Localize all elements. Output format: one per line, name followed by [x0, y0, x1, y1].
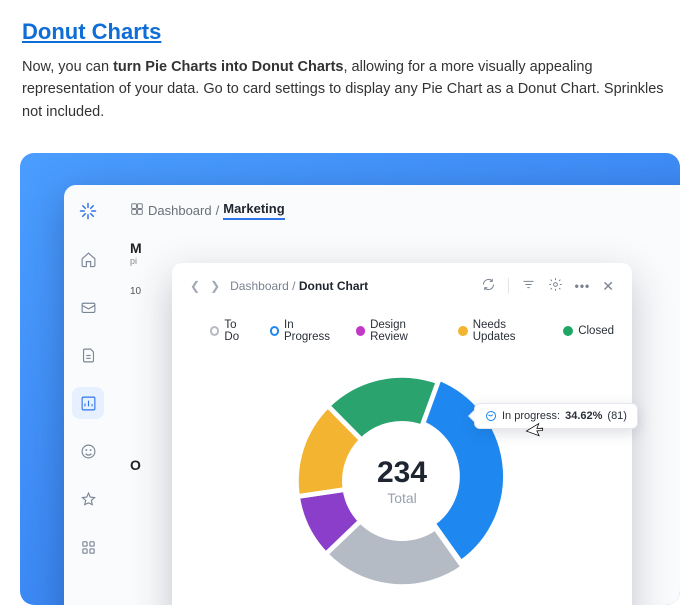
- grid-icon: [130, 202, 144, 219]
- chart-tooltip: In progress: 34.62% (81): [474, 403, 638, 429]
- chart-modal: ❮ ❯ Dashboard / Donut Chart: [172, 263, 632, 605]
- more-icon[interactable]: •••: [575, 279, 591, 293]
- logo-icon[interactable]: [72, 195, 104, 227]
- close-icon[interactable]: ✕: [602, 278, 614, 295]
- modal-header: ❮ ❯ Dashboard / Donut Chart: [190, 277, 614, 295]
- gear-icon[interactable]: [548, 277, 563, 295]
- home-icon[interactable]: [72, 243, 104, 275]
- breadcrumb: Dashboard / Marketing: [112, 185, 680, 228]
- legend-dot: [270, 326, 279, 336]
- heading-link[interactable]: Donut Charts: [22, 19, 161, 44]
- legend-dot: [210, 326, 219, 336]
- sidebar: [64, 185, 112, 563]
- refresh-icon[interactable]: [481, 277, 496, 295]
- cursor-icon: [528, 419, 543, 437]
- filter-icon[interactable]: [521, 277, 536, 295]
- donut-chart[interactable]: 234 Total In progress: 34.62% (81): [282, 361, 522, 601]
- apps-icon[interactable]: [72, 531, 104, 563]
- clock-icon: [483, 409, 498, 424]
- legend-label: To Do: [224, 319, 251, 343]
- star-icon[interactable]: [72, 483, 104, 515]
- face-icon[interactable]: [72, 435, 104, 467]
- breadcrumb-current[interactable]: Marketing: [223, 201, 284, 220]
- legend-item[interactable]: To Do: [210, 319, 252, 343]
- app-shell: Dashboard / Marketing M pi 10 O ar In Pr…: [64, 185, 680, 605]
- donut-center: 234 Total: [282, 361, 522, 601]
- card-label: M: [130, 240, 680, 256]
- screenshot-frame: Dashboard / Marketing M pi 10 O ar In Pr…: [20, 153, 680, 605]
- breadcrumb-root[interactable]: Dashboard: [148, 203, 212, 218]
- legend-label: Needs Updates: [473, 319, 545, 343]
- article-body: Now, you can turn Pie Charts into Donut …: [22, 56, 678, 123]
- legend-dot: [458, 326, 467, 336]
- back-button[interactable]: ❮: [190, 279, 200, 293]
- document-icon[interactable]: [72, 339, 104, 371]
- inbox-icon[interactable]: [72, 291, 104, 323]
- chart-legend: To DoIn ProgressDesign ReviewNeeds Updat…: [210, 319, 614, 343]
- modal-breadcrumb: Dashboard / Donut Chart: [230, 279, 368, 293]
- legend-item[interactable]: Design Review: [356, 319, 441, 343]
- legend-dot: [356, 326, 365, 336]
- legend-label: Closed: [578, 325, 614, 337]
- legend-item[interactable]: Needs Updates: [458, 319, 545, 343]
- legend-item[interactable]: Closed: [563, 319, 614, 343]
- dashboard-icon[interactable]: [72, 387, 104, 419]
- legend-dot: [563, 326, 573, 336]
- forward-button[interactable]: ❯: [210, 279, 220, 293]
- legend-label: Design Review: [370, 319, 440, 343]
